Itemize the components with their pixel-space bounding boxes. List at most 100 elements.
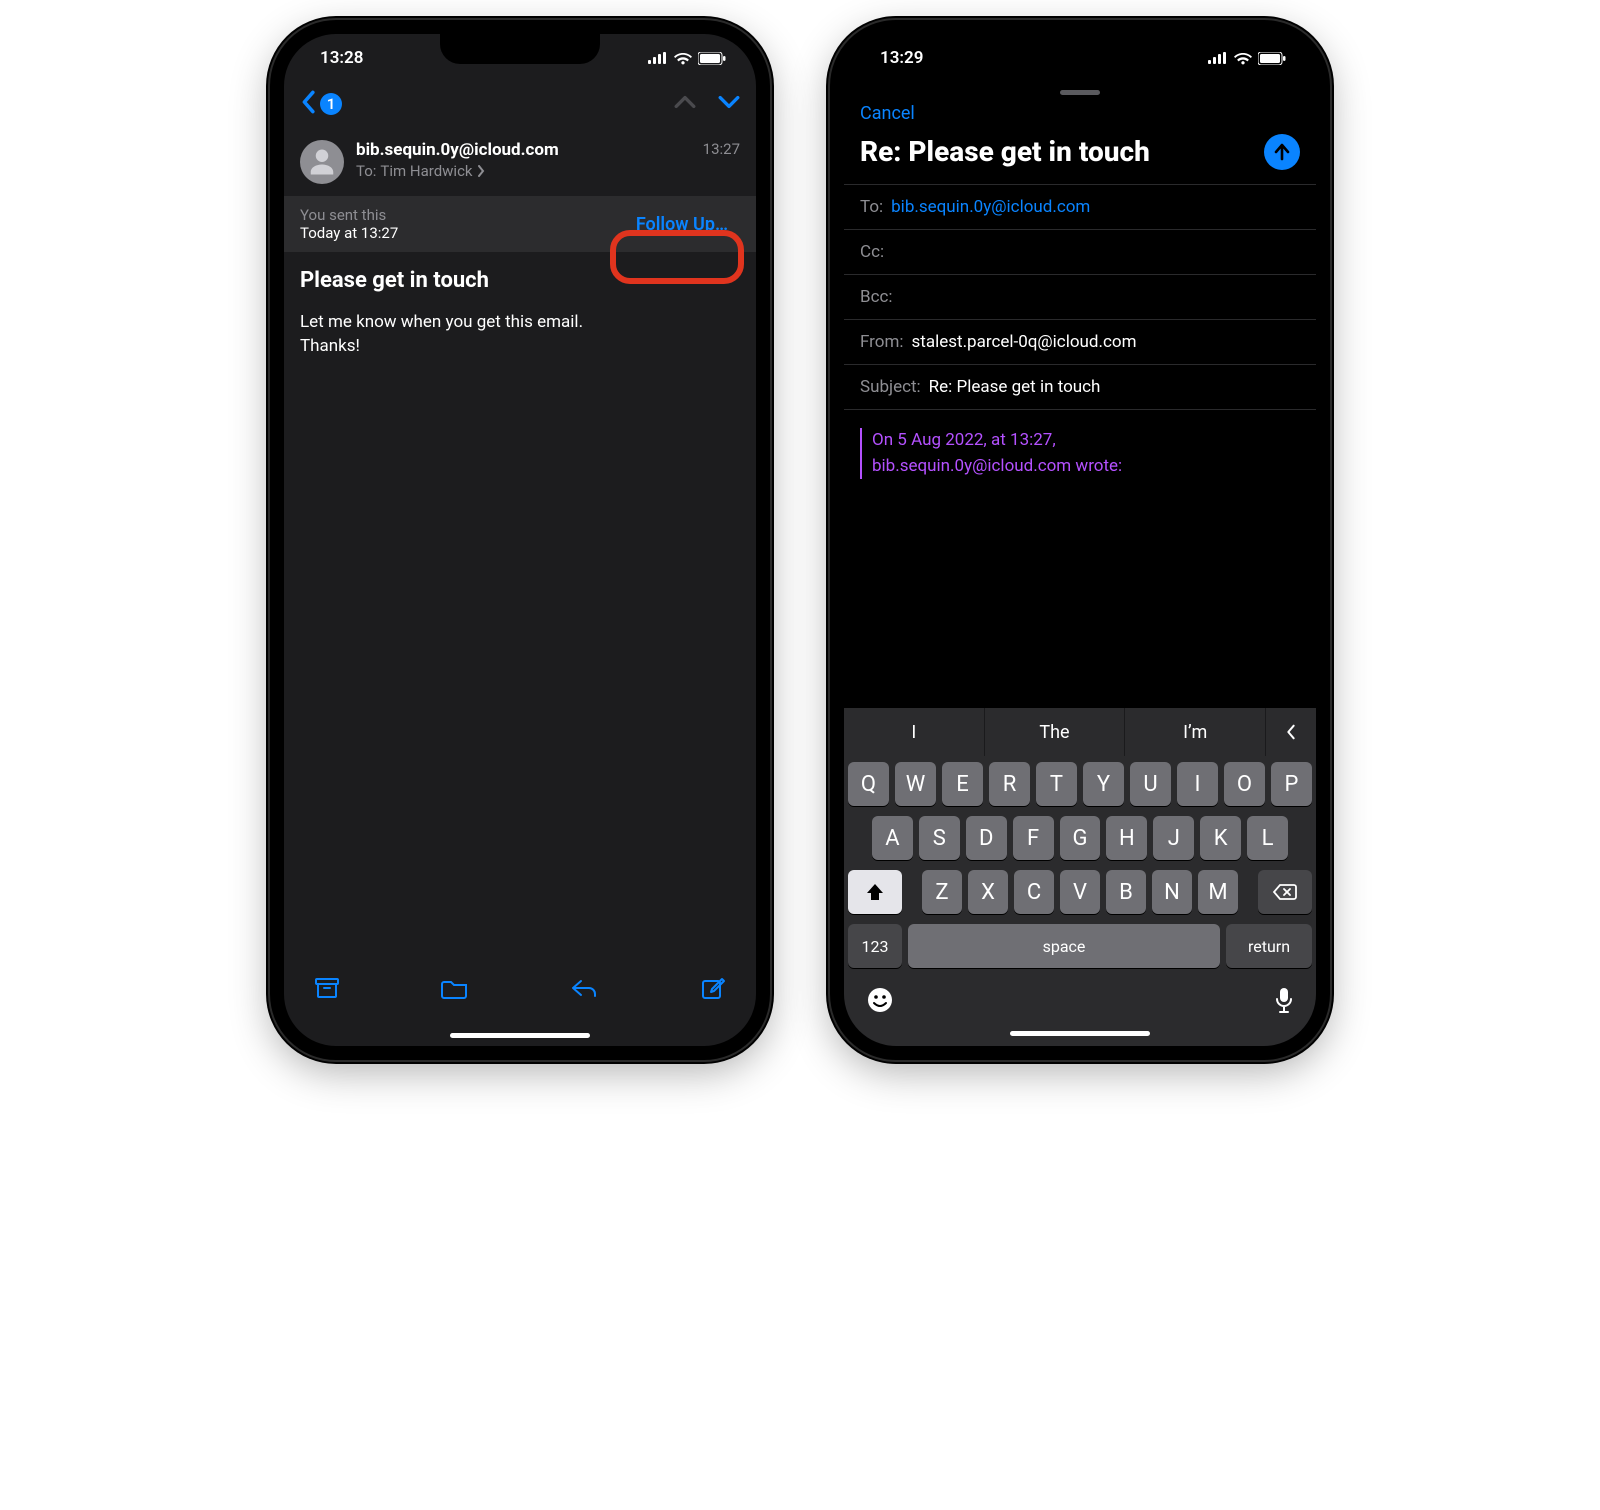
key-x[interactable]: X	[968, 870, 1008, 914]
from-label: From:	[860, 332, 904, 352]
home-indicator[interactable]	[1010, 1031, 1150, 1036]
keyboard-bottom-row	[844, 980, 1316, 1021]
key-n[interactable]: N	[1152, 870, 1192, 914]
message-time: 13:27	[703, 140, 740, 158]
key-u[interactable]: U	[1130, 762, 1171, 806]
status-time: 13:29	[880, 48, 923, 68]
reply-icon	[569, 976, 599, 1000]
key-j[interactable]: J	[1153, 816, 1194, 860]
battery-icon	[698, 52, 726, 65]
message-body-line: Thanks!	[300, 335, 740, 359]
subject-label: Subject:	[860, 377, 921, 397]
compose-body[interactable]: On 5 Aug 2022, at 13:27, bib.sequin.0y@i…	[844, 409, 1316, 487]
reply-button[interactable]	[563, 970, 605, 1010]
bcc-field[interactable]: Bcc:	[844, 274, 1316, 319]
key-a[interactable]: A	[872, 816, 913, 860]
key-y[interactable]: Y	[1083, 762, 1124, 806]
archive-icon	[314, 976, 340, 1000]
compose-title-row: Re: Please get in touch	[844, 134, 1316, 184]
backspace-icon	[1272, 882, 1298, 902]
key-z[interactable]: Z	[922, 870, 962, 914]
folder-icon	[441, 976, 469, 1000]
notch	[1000, 34, 1160, 64]
key-i[interactable]: I	[1177, 762, 1218, 806]
compose-button[interactable]	[694, 970, 732, 1012]
key-w[interactable]: W	[895, 762, 936, 806]
from-address[interactable]: bib.sequin.0y@icloud.com	[356, 140, 691, 160]
home-indicator[interactable]	[450, 1033, 590, 1038]
prediction-1[interactable]: I	[844, 708, 985, 756]
previous-message-button	[674, 94, 696, 114]
bcc-label: Bcc:	[860, 287, 893, 307]
shift-icon	[865, 882, 885, 902]
key-g[interactable]: G	[1060, 816, 1101, 860]
screen-left: 13:28 1	[284, 34, 756, 1046]
key-v[interactable]: V	[1060, 870, 1100, 914]
key-h[interactable]: H	[1106, 816, 1147, 860]
shift-key[interactable]	[848, 870, 902, 914]
prediction-2[interactable]: The	[985, 708, 1126, 756]
archive-button[interactable]	[308, 970, 346, 1010]
wifi-icon	[1234, 52, 1252, 65]
chevron-left-icon	[1284, 723, 1298, 741]
nav-bar: 1	[284, 82, 756, 126]
prediction-3[interactable]: I’m	[1125, 708, 1266, 756]
keyboard: I The I’m QWERTYUIOP ASDFGHJKL ZXCVBNM	[844, 708, 1316, 1046]
return-key[interactable]: return	[1226, 924, 1312, 968]
arrow-up-icon	[1272, 142, 1292, 162]
key-q[interactable]: Q	[848, 762, 889, 806]
backspace-key[interactable]	[1258, 870, 1312, 914]
emoji-icon	[866, 986, 894, 1014]
message-subject: Please get in touch	[300, 268, 740, 293]
key-s[interactable]: S	[919, 816, 960, 860]
status-icons	[1208, 52, 1286, 65]
key-t[interactable]: T	[1036, 762, 1077, 806]
key-e[interactable]: E	[942, 762, 983, 806]
predictive-collapse-button[interactable]	[1266, 708, 1316, 756]
key-b[interactable]: B	[1106, 870, 1146, 914]
key-m[interactable]: M	[1198, 870, 1238, 914]
subject-field[interactable]: Subject: Re: Please get in touch	[844, 364, 1316, 409]
cancel-button[interactable]: Cancel	[860, 103, 915, 124]
microphone-icon	[1274, 986, 1294, 1014]
send-button[interactable]	[1264, 134, 1300, 170]
key-k[interactable]: K	[1200, 816, 1241, 860]
to-label: To:	[860, 197, 883, 217]
key-c[interactable]: C	[1014, 870, 1054, 914]
key-l[interactable]: L	[1247, 816, 1288, 860]
cellular-icon	[1208, 52, 1228, 64]
to-value[interactable]: bib.sequin.0y@icloud.com	[891, 197, 1090, 217]
quote-line: On 5 Aug 2022, at 13:27,	[872, 428, 1300, 454]
notch	[440, 34, 600, 64]
follow-up-button[interactable]: Follow Up…	[624, 208, 740, 241]
avatar[interactable]	[300, 140, 344, 184]
cellular-icon	[648, 52, 668, 64]
quote-line: bib.sequin.0y@icloud.com wrote:	[872, 454, 1300, 480]
key-r[interactable]: R	[989, 762, 1030, 806]
chevron-down-icon	[718, 94, 740, 110]
sheet-grabber[interactable]	[1060, 90, 1100, 95]
compose-icon	[700, 976, 726, 1002]
cc-field[interactable]: Cc:	[844, 229, 1316, 274]
back-button[interactable]	[300, 90, 316, 118]
numbers-key[interactable]: 123	[848, 924, 902, 968]
space-key[interactable]: space	[908, 924, 1220, 968]
key-o[interactable]: O	[1224, 762, 1265, 806]
next-message-button[interactable]	[718, 94, 740, 114]
from-field[interactable]: From: stalest.parcel-0q@icloud.com	[844, 319, 1316, 364]
subject-value: Re: Please get in touch	[929, 377, 1101, 397]
to-row[interactable]: To: Tim Hardwick	[356, 162, 691, 180]
battery-icon	[1258, 52, 1286, 65]
key-f[interactable]: F	[1013, 816, 1054, 860]
emoji-button[interactable]	[866, 986, 894, 1021]
message-body-line: Let me know when you get this email.	[300, 311, 740, 335]
key-p[interactable]: P	[1271, 762, 1312, 806]
move-button[interactable]	[435, 970, 475, 1010]
dictation-button[interactable]	[1274, 986, 1294, 1021]
quote-block: On 5 Aug 2022, at 13:27, bib.sequin.0y@i…	[860, 428, 1300, 479]
key-d[interactable]: D	[966, 816, 1007, 860]
to-name: Tim Hardwick	[380, 162, 472, 180]
to-field[interactable]: To: bib.sequin.0y@icloud.com	[844, 184, 1316, 229]
status-icons	[648, 52, 726, 65]
message-body: Please get in touch Let me know when you…	[284, 252, 756, 375]
